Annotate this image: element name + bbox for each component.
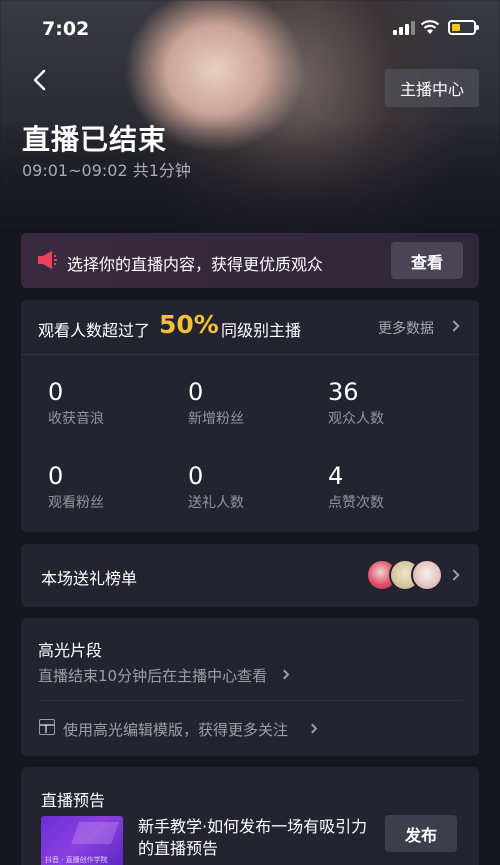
back-arrow-icon[interactable] <box>28 68 52 92</box>
stat-gift-givers: 0 送礼人数 <box>188 462 244 512</box>
stat-value: 0 <box>188 378 204 406</box>
chevron-right-icon <box>448 320 460 332</box>
live-preview-title: 直播预告 <box>41 791 106 810</box>
live-duration: 09:01~09:02 共1分钟 <box>22 161 191 180</box>
host-center-button[interactable]: 主播中心 <box>385 69 479 107</box>
chevron-right-icon <box>307 723 318 734</box>
stat-value: 0 <box>48 462 64 490</box>
stat-likes: 4 点赞次数 <box>328 462 384 512</box>
stat-label: 新增粉丝 <box>188 411 244 427</box>
stat-label: 点赞次数 <box>328 495 384 511</box>
template-icon <box>39 719 55 735</box>
divider <box>38 700 462 701</box>
wifi-icon <box>420 20 440 34</box>
stats-lead-text: 观看人数超过了 <box>38 321 151 340</box>
stat-value: 0 <box>48 378 64 406</box>
megaphone-icon <box>38 251 57 269</box>
live-preview-card: 直播预告 抖音 · 直播创作学院 新手教学·如何发布一场有吸引力的直播预告 发布 <box>21 767 479 865</box>
banner-text: 选择你的直播内容，获得更优质观众 <box>67 255 324 274</box>
stat-viewers: 36 观众人数 <box>328 378 384 428</box>
live-stats-card: 观看人数超过了 50% 同级别主播 更多数据 0 收获音浪 0 新增粉丝 36 … <box>21 300 479 532</box>
content-tip-banner: 选择你的直播内容，获得更优质观众 查看 <box>21 233 479 288</box>
status-bar: 7:02 <box>0 0 500 56</box>
view-button[interactable]: 查看 <box>391 242 463 279</box>
tutorial-title[interactable]: 新手教学·如何发布一场有吸引力的直播预告 <box>138 816 368 860</box>
tutorial-thumbnail[interactable]: 抖音 · 直播创作学院 <box>41 816 123 865</box>
stat-value: 4 <box>328 462 344 490</box>
stats-tail-text: 同级别主播 <box>221 321 302 340</box>
stat-label: 收获音浪 <box>48 411 104 427</box>
gift-ranking-row[interactable]: 本场送礼榜单 <box>21 544 479 607</box>
stat-audio-waves: 0 收获音浪 <box>48 378 104 428</box>
stat-label: 送礼人数 <box>188 495 244 511</box>
highlights-card: 高光片段 直播结束10分钟后在主播中心查看 使用高光编辑模版，获得更多关注 <box>21 618 479 756</box>
battery-icon <box>448 20 479 35</box>
highlights-title: 高光片段 <box>38 641 103 660</box>
stat-label: 观众人数 <box>328 411 384 427</box>
stat-viewing-fans: 0 观看粉丝 <box>48 462 104 512</box>
page-title: 直播已结束 <box>22 123 168 156</box>
gift-ranking-title: 本场送礼榜单 <box>41 569 138 588</box>
chevron-right-icon <box>279 669 290 680</box>
avatar <box>411 559 443 591</box>
chevron-right-icon <box>448 569 460 581</box>
thumbnail-caption: 抖音 · 直播创作学院 <box>45 856 108 864</box>
stat-value: 0 <box>188 462 204 490</box>
stats-summary: 观看人数超过了 50% 同级别主播 更多数据 <box>21 300 479 355</box>
publish-button[interactable]: 发布 <box>385 815 457 852</box>
highlights-hint-link[interactable]: 直播结束10分钟后在主播中心查看 <box>38 665 267 686</box>
highlight-template-link[interactable]: 使用高光编辑模版，获得更多关注 <box>63 719 288 740</box>
stat-new-fans: 0 新增粉丝 <box>188 378 244 428</box>
percent-value: 50% <box>159 310 219 339</box>
more-data-link[interactable]: 更多数据 <box>378 318 434 338</box>
status-time: 7:02 <box>42 18 90 40</box>
signal-icon <box>393 21 415 35</box>
stat-label: 观看粉丝 <box>48 495 104 511</box>
stat-value: 36 <box>328 378 359 406</box>
